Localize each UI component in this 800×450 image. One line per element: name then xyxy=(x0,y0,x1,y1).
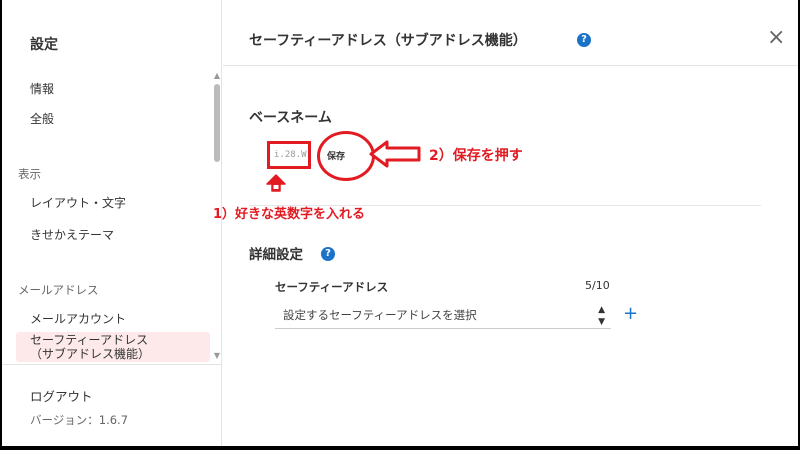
add-icon[interactable]: + xyxy=(623,303,638,325)
safety-address-select[interactable]: 設定するセーフティーアドレスを選択 ▲ ▼ xyxy=(275,303,611,329)
sidebar-item-mail-account[interactable]: メールアカウント xyxy=(30,310,126,327)
settings-window: 設定 情報 全般 表示 レイアウト・文字 きせかえテーマ メールアドレス メール… xyxy=(2,0,798,446)
sidebar-title: 設定 xyxy=(30,37,58,53)
dialog-header: セーフティーアドレス（サブアドレス機能） ? × xyxy=(223,0,798,66)
main-content: ベースネーム i.28.W 保存 2）保存を押す 1）好きな英数字を入れる 詳細… xyxy=(213,67,798,446)
save-button[interactable]: 保存 xyxy=(327,149,345,162)
sidebar-divider xyxy=(2,364,222,365)
annotation-step2: 2）保存を押す xyxy=(429,148,523,164)
scrollbar-thumb[interactable] xyxy=(214,84,220,162)
scroll-down-arrow-icon[interactable]: ▼ xyxy=(213,352,221,360)
help-icon[interactable]: ? xyxy=(577,33,591,47)
address-count: 5/10 xyxy=(585,279,610,292)
sidebar-item-general[interactable]: 全般 xyxy=(30,110,54,127)
base-name-title: ベースネーム xyxy=(249,110,332,126)
detail-settings-title: 詳細設定 xyxy=(249,247,303,263)
select-updown-icon: ▲ ▼ xyxy=(598,305,605,327)
page-title: セーフティーアドレス（サブアドレス機能） xyxy=(249,33,527,49)
safety-address-label: セーフティーアドレス xyxy=(275,280,389,294)
annotation-arrow-up-icon xyxy=(266,174,286,192)
detail-help-icon[interactable]: ? xyxy=(321,247,335,261)
scroll-up-arrow-icon[interactable]: ▲ xyxy=(213,72,221,80)
sidebar-item-theme[interactable]: きせかえテーマ xyxy=(30,226,114,243)
close-icon[interactable]: × xyxy=(767,27,785,49)
base-name-input[interactable]: i.28.W xyxy=(267,141,311,169)
sidebar-item-info[interactable]: 情報 xyxy=(30,80,54,97)
sidebar-section-display: 表示 xyxy=(18,167,41,181)
logout-link[interactable]: ログアウト xyxy=(30,386,93,405)
sidebar-item-safety-address[interactable]: セーフティーアドレス （サブアドレス機能） xyxy=(16,332,210,362)
sidebar: 設定 情報 全般 表示 レイアウト・文字 きせかえテーマ メールアドレス メール… xyxy=(2,0,222,446)
sidebar-item-layout-text[interactable]: レイアウト・文字 xyxy=(30,194,126,211)
version-label: バージョン：1.6.7 xyxy=(30,413,129,427)
select-value: 設定するセーフティーアドレスを選択 xyxy=(283,308,477,322)
section-divider xyxy=(249,205,761,206)
sidebar-section-mail-address: メールアドレス xyxy=(18,283,99,297)
annotation-circle xyxy=(317,131,375,181)
annotation-arrow-left-icon xyxy=(369,140,421,168)
